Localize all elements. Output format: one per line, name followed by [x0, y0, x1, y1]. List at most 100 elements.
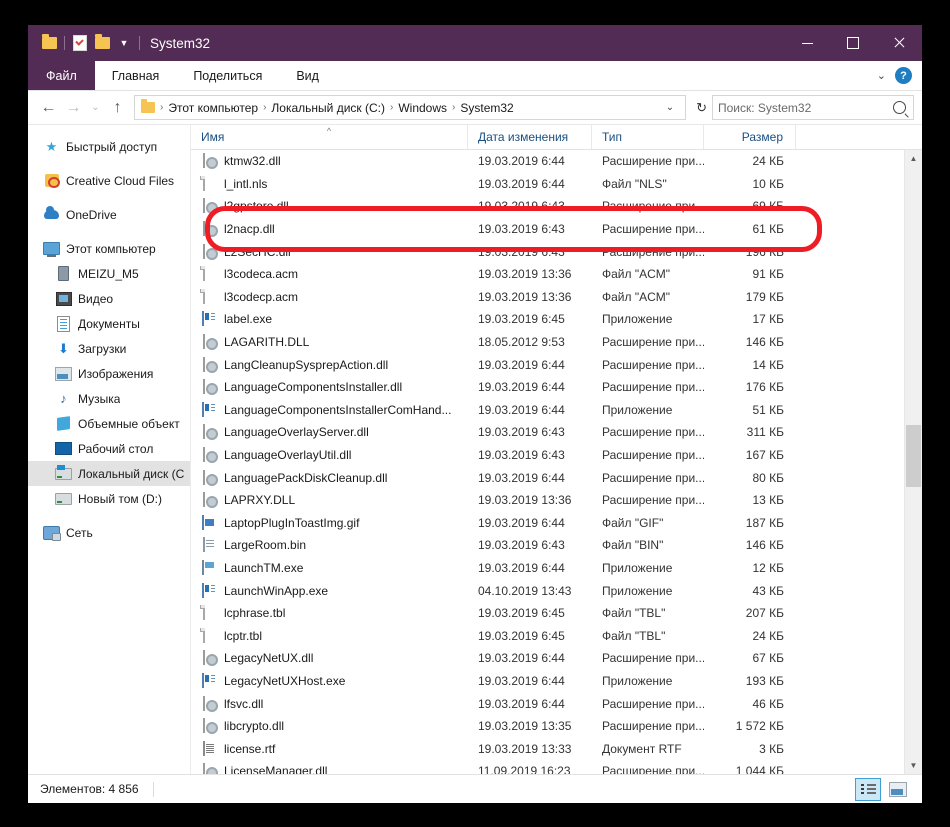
table-row[interactable]: label.exe19.03.2019 6:45Приложение17 КБ — [191, 308, 922, 331]
table-row[interactable]: LanguageOverlayUtil.dll19.03.2019 6:43Ра… — [191, 444, 922, 467]
table-row[interactable]: LegacyNetUX.dll19.03.2019 6:44Расширение… — [191, 647, 922, 670]
file-date-cell: 19.03.2019 6:43 — [468, 222, 592, 236]
search-input[interactable]: Поиск: System32 — [712, 95, 914, 120]
back-button[interactable]: ← — [36, 95, 61, 120]
table-row[interactable]: l3codeca.acm19.03.2019 13:36Файл "ACM"91… — [191, 263, 922, 286]
table-row[interactable]: LegacyNetUXHost.exe19.03.2019 6:44Прилож… — [191, 670, 922, 693]
search-icon[interactable] — [893, 101, 906, 114]
file-size-cell: 80 КБ — [704, 471, 796, 485]
table-row[interactable]: LAGARITH.DLL18.05.2012 9:53Расширение пр… — [191, 331, 922, 354]
new-folder-icon[interactable] — [91, 30, 113, 56]
help-icon[interactable]: ? — [895, 67, 912, 84]
customize-dropdown-icon[interactable]: ▼ — [113, 30, 135, 56]
table-row[interactable]: LanguageComponentsInstaller.dll19.03.201… — [191, 376, 922, 399]
file-type-cell: Расширение при... — [592, 651, 704, 665]
chevron-down-icon[interactable]: ⌄ — [877, 69, 886, 82]
recent-locations-button[interactable]: ⌄ — [86, 95, 105, 120]
sidebar-item-label: Изображения — [78, 367, 153, 381]
column-header-type[interactable]: Тип — [592, 125, 704, 149]
file-type-cell: Расширение при... — [592, 222, 704, 236]
sidebar-item-label: OneDrive — [66, 208, 117, 222]
drive-icon — [54, 493, 73, 505]
properties-icon[interactable] — [69, 30, 91, 56]
sidebar-item-this-pc[interactable]: Этот компьютер — [28, 236, 190, 261]
table-row[interactable]: LanguageComponentsInstallerComHand...19.… — [191, 399, 922, 422]
breadcrumb[interactable]: › Этот компьютер › Локальный диск (C:) ›… — [134, 95, 686, 120]
up-button[interactable]: ↑ — [105, 95, 130, 120]
file-name-cell: l3codecp.acm — [191, 289, 468, 305]
tab-file[interactable]: Файл — [28, 61, 95, 90]
scroll-up-button[interactable]: ▲ — [905, 150, 922, 167]
sidebar-item-label: Локальный диск (C — [78, 467, 184, 481]
dll-file-icon — [201, 153, 217, 169]
sidebar-item-label: Загрузки — [78, 342, 126, 356]
view-mode-buttons — [855, 778, 922, 801]
file-name-label: LAGARITH.DLL — [224, 335, 309, 349]
file-name-cell: ktmw32.dll — [191, 153, 468, 169]
file-date-cell: 18.05.2012 9:53 — [468, 335, 592, 349]
table-row[interactable]: LAPRXY.DLL19.03.2019 13:36Расширение при… — [191, 489, 922, 512]
breadcrumb-dropdown-icon[interactable]: ⌄ — [659, 102, 681, 113]
sidebar-item-meizu[interactable]: MEIZU_M5 — [28, 261, 190, 286]
table-row[interactable]: lcptr.tbl19.03.2019 6:45Файл "TBL"24 КБ — [191, 624, 922, 647]
scrollbar-thumb[interactable] — [906, 425, 921, 487]
table-row[interactable]: l3codecp.acm19.03.2019 13:36Файл "ACM"17… — [191, 286, 922, 309]
vertical-scrollbar[interactable]: ▲ ▼ — [904, 150, 922, 774]
sidebar-item-music[interactable]: ♪ Музыка — [28, 386, 190, 411]
table-row[interactable]: LicenseManager.dll11.09.2019 16:23Расшир… — [191, 760, 922, 774]
scroll-down-button[interactable]: ▼ — [905, 757, 922, 774]
table-row[interactable]: l2gpstore.dll19.03.2019 6:43Расширение п… — [191, 195, 922, 218]
table-row[interactable]: LaunchTM.exe19.03.2019 6:44Приложение12 … — [191, 557, 922, 580]
file-type-cell: Приложение — [592, 584, 704, 598]
close-button[interactable] — [876, 25, 922, 61]
table-row[interactable]: libcrypto.dll19.03.2019 13:35Расширение … — [191, 715, 922, 738]
forward-button[interactable]: → — [61, 95, 86, 120]
breadcrumb-item-computer[interactable]: Этот компьютер — [165, 101, 261, 115]
sidebar-item-3d-objects[interactable]: Объемные объект — [28, 411, 190, 436]
sidebar-item-downloads[interactable]: ⬇ Загрузки — [28, 336, 190, 361]
table-row[interactable]: L2SecHC.dll19.03.2019 6:43Расширение при… — [191, 240, 922, 263]
sidebar-item-network[interactable]: Сеть — [28, 520, 190, 545]
maximize-button[interactable] — [830, 25, 876, 61]
column-header-size[interactable]: Размер — [704, 125, 796, 149]
sidebar-item-pictures[interactable]: Изображения — [28, 361, 190, 386]
explorer-body: ★ Быстрый доступ Creative Cloud Files On… — [28, 124, 922, 774]
sidebar-item-new-volume-d[interactable]: Новый том (D:) — [28, 486, 190, 511]
table-row[interactable]: LaunchWinApp.exe04.10.2019 13:43Приложен… — [191, 579, 922, 602]
table-row[interactable]: LaptopPlugInToastImg.gif19.03.2019 6:44Ф… — [191, 512, 922, 535]
file-name-cell: LegacyNetUXHost.exe — [191, 673, 468, 689]
table-row[interactable]: LanguagePackDiskCleanup.dll19.03.2019 6:… — [191, 466, 922, 489]
tab-home[interactable]: Главная — [95, 61, 177, 90]
sidebar-item-videos[interactable]: Видео — [28, 286, 190, 311]
column-header-name[interactable]: Имя ^ — [191, 125, 468, 149]
minimize-button[interactable] — [784, 25, 830, 61]
table-row[interactable]: l2nacp.dll19.03.2019 6:43Расширение при.… — [191, 218, 922, 241]
file-size-cell: 69 КБ — [704, 199, 796, 213]
table-row[interactable]: license.rtf19.03.2019 13:33Документ RTF3… — [191, 737, 922, 760]
folder-icon[interactable] — [38, 30, 60, 56]
sidebar-item-desktop[interactable]: Рабочий стол — [28, 436, 190, 461]
sidebar-item-creative-cloud[interactable]: Creative Cloud Files — [28, 168, 190, 193]
table-row[interactable]: lcphrase.tbl19.03.2019 6:45Файл "TBL"207… — [191, 602, 922, 625]
sidebar-item-local-disk-c[interactable]: Локальный диск (C — [28, 461, 190, 486]
network-icon — [42, 526, 61, 540]
column-header-date[interactable]: Дата изменения — [468, 125, 592, 149]
large-icons-view-button[interactable] — [886, 779, 910, 800]
table-row[interactable]: LangCleanupSysprepAction.dll19.03.2019 6… — [191, 353, 922, 376]
table-row[interactable]: ktmw32.dll19.03.2019 6:44Расширение при.… — [191, 150, 922, 173]
table-row[interactable]: lfsvc.dll19.03.2019 6:44Расширение при..… — [191, 692, 922, 715]
sidebar-item-onedrive[interactable]: OneDrive — [28, 202, 190, 227]
table-row[interactable]: l_intl.nls19.03.2019 6:44Файл "NLS"10 КБ — [191, 173, 922, 196]
sidebar-item-documents[interactable]: Документы — [28, 311, 190, 336]
tab-view[interactable]: Вид — [279, 61, 336, 90]
details-view-button[interactable] — [855, 778, 881, 801]
breadcrumb-item-system32[interactable]: System32 — [457, 101, 516, 115]
table-row[interactable]: LanguageOverlayServer.dll19.03.2019 6:43… — [191, 421, 922, 444]
tab-share[interactable]: Поделиться — [176, 61, 279, 90]
exe-file-icon — [201, 402, 217, 418]
table-row[interactable]: LargeRoom.bin19.03.2019 6:43Файл "BIN"14… — [191, 534, 922, 557]
sidebar-item-quick-access[interactable]: ★ Быстрый доступ — [28, 134, 190, 159]
breadcrumb-item-windows[interactable]: Windows — [395, 101, 450, 115]
refresh-button[interactable]: ↻ — [691, 100, 712, 116]
breadcrumb-item-drive[interactable]: Локальный диск (C:) — [268, 101, 388, 115]
